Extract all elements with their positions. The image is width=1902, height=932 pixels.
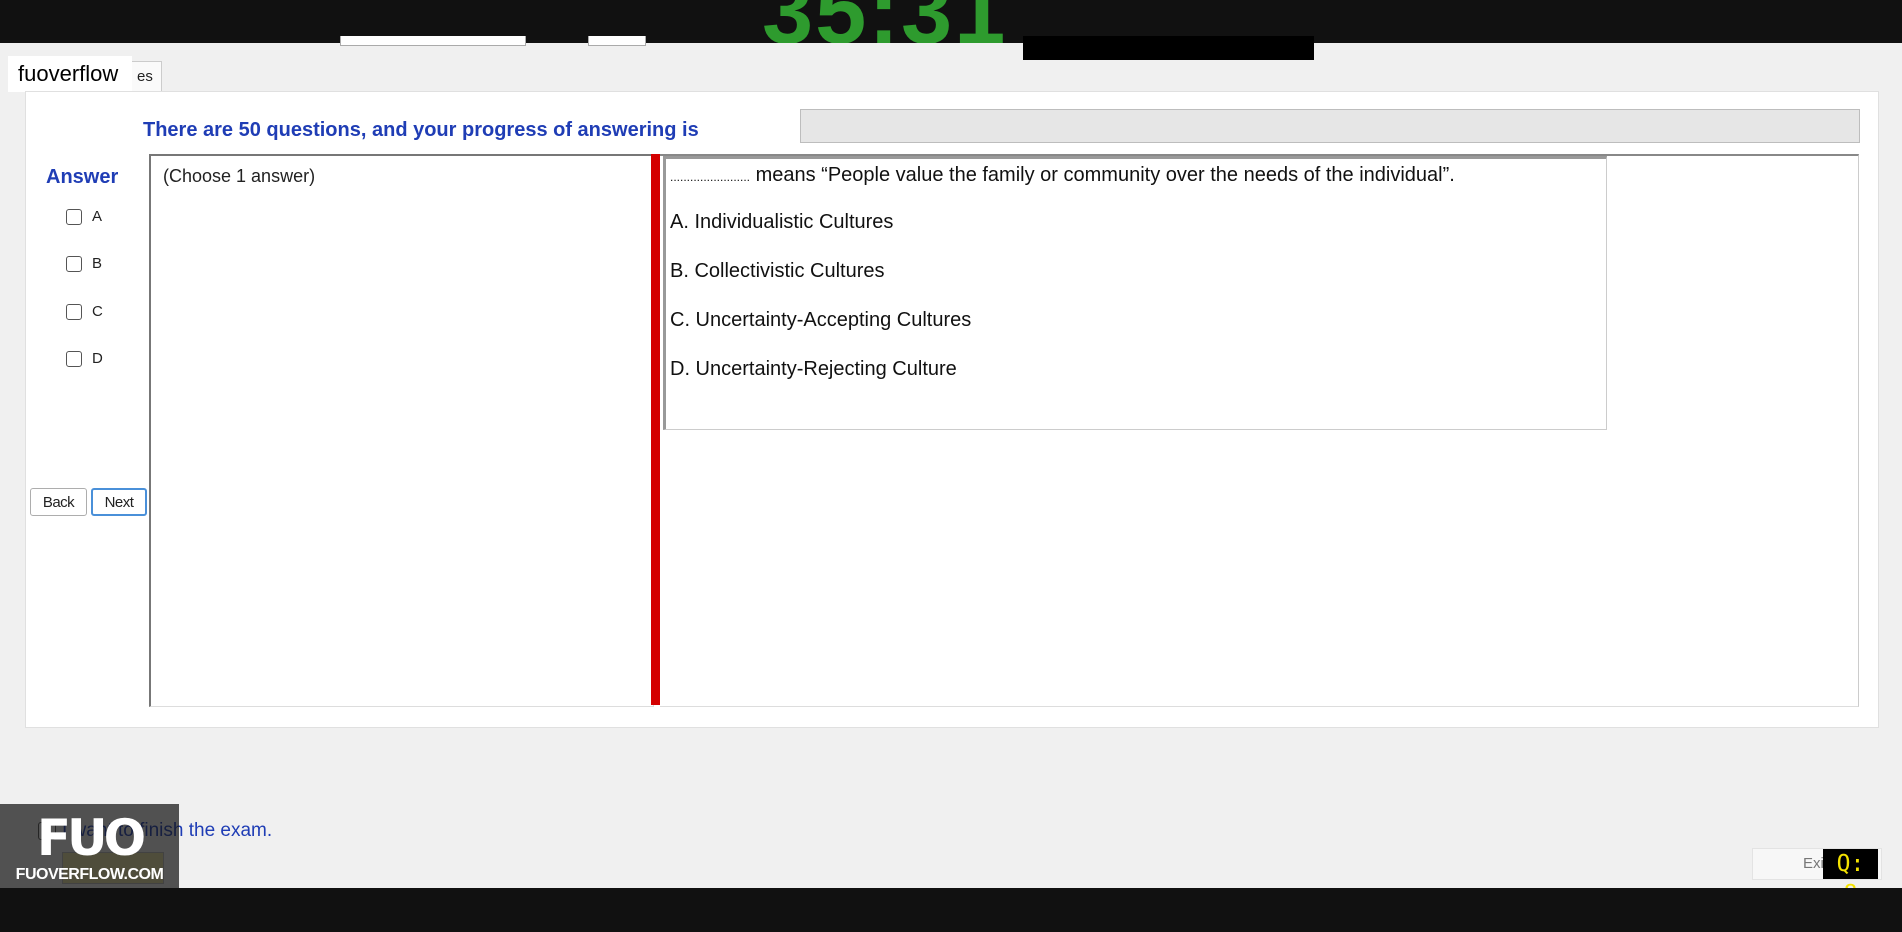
next-button[interactable]: Next bbox=[91, 488, 147, 516]
choose-answer-panel: (Choose 1 answer) bbox=[149, 154, 654, 707]
checkbox-a[interactable] bbox=[66, 208, 82, 225]
checkbox-c[interactable] bbox=[66, 303, 82, 320]
answer-option-a[interactable]: A bbox=[66, 208, 102, 225]
answer-option-c[interactable]: C bbox=[66, 303, 103, 320]
top-dropdown-stub[interactable] bbox=[340, 36, 526, 46]
question-text: means “People value the family or commun… bbox=[750, 164, 1455, 186]
countdown-timer: 35:31 bbox=[762, 0, 1007, 43]
answer-option-label: B bbox=[92, 255, 103, 272]
choose-instruction: (Choose 1 answer) bbox=[163, 166, 316, 186]
bottom-black-bar bbox=[0, 888, 1902, 932]
progress-bar bbox=[800, 109, 1860, 143]
checkbox-b[interactable] bbox=[66, 255, 82, 272]
logo-mark: FUO bbox=[36, 809, 146, 867]
progress-text: There are 50 questions, and your progres… bbox=[143, 119, 699, 141]
answer-option-label: D bbox=[92, 350, 103, 367]
redacted-box bbox=[1023, 36, 1314, 60]
answer-title: Answer bbox=[46, 166, 119, 188]
back-button[interactable]: Back bbox=[30, 488, 87, 516]
tab-label: es bbox=[137, 68, 153, 85]
answer-option-label: A bbox=[92, 208, 103, 225]
watermark-tag: fuoverflow bbox=[8, 56, 133, 92]
question-box: ........................ means “People v… bbox=[663, 156, 1607, 430]
question-option-d: D. Uncertainty-Rejecting Culture bbox=[670, 358, 957, 380]
answer-option-b[interactable]: B bbox=[66, 255, 102, 272]
question-option-a: A. Individualistic Cultures bbox=[670, 211, 894, 233]
question-stem: ........................ means “People v… bbox=[670, 164, 1455, 187]
logo-name: FUOVERFLOW.COM bbox=[15, 866, 164, 883]
checkbox-d[interactable] bbox=[66, 350, 82, 367]
splitter-divider[interactable] bbox=[651, 154, 660, 705]
question-option-b: B. Collectivistic Cultures bbox=[670, 260, 885, 282]
answer-option-d[interactable]: D bbox=[66, 350, 103, 367]
answer-option-label: C bbox=[92, 303, 103, 320]
question-blank: ........................ bbox=[670, 170, 751, 184]
top-black-bar: 35:31 bbox=[0, 0, 1902, 43]
question-option-c: C. Uncertainty-Accepting Cultures bbox=[670, 309, 972, 331]
top-field-stub[interactable] bbox=[588, 36, 646, 46]
question-number-badge: Q: 8 bbox=[1823, 849, 1878, 907]
fuoverflow-logo: FUO FUOVERFLOW.COM bbox=[0, 804, 179, 888]
